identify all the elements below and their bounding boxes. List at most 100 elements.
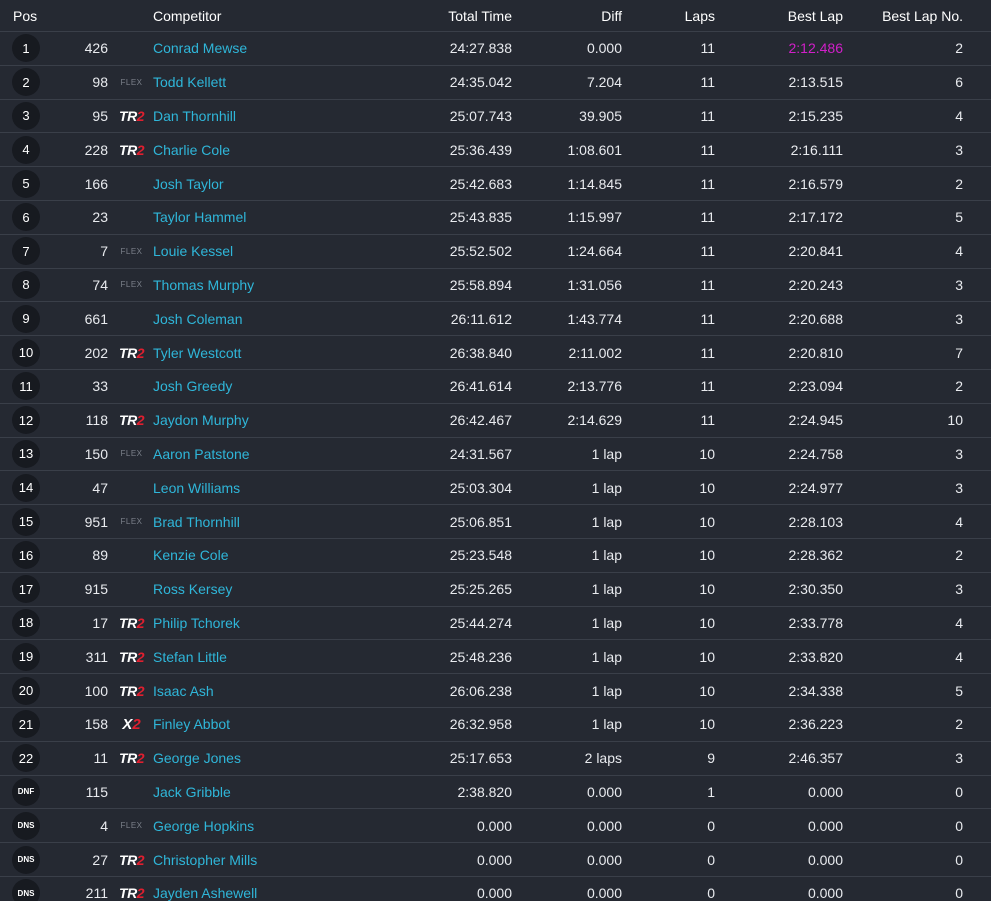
competitor-link[interactable]: Christopher Mills [153, 852, 257, 868]
best-lap-no: 3 [955, 581, 963, 598]
competitor-link[interactable]: Aaron Patstone [153, 446, 250, 462]
diff: 1 lap [591, 682, 622, 699]
race-number: 661 [84, 310, 108, 327]
header-competitor[interactable]: Competitor [153, 8, 375, 24]
best-lap: 2:20.243 [788, 276, 844, 293]
laps: 10 [699, 581, 715, 598]
best-lap-no: 4 [955, 614, 963, 631]
competitor-link[interactable]: Dan Thornhill [153, 108, 236, 124]
class-badge: TR2 [110, 649, 153, 665]
best-lap: 2:24.758 [788, 445, 844, 462]
race-number: 100 [84, 682, 108, 699]
laps: 10 [699, 614, 715, 631]
competitor-link[interactable]: Jack Gribble [153, 784, 231, 800]
competitor-link[interactable]: Leon Williams [153, 480, 240, 496]
best-lap: 2:23.094 [788, 378, 844, 395]
position-cell: 11 [0, 372, 52, 401]
table-row: 22 11 TR2 George Jones 25:17.653 2 laps 9 2:46.… [0, 741, 991, 776]
best-lap-no: 0 [955, 817, 963, 834]
best-lap-no: 6 [955, 74, 963, 91]
competitor-link[interactable]: Conrad Mewse [153, 40, 247, 56]
class-tr2-logo: TR2 [119, 885, 144, 901]
header-total-time[interactable]: Total Time [375, 8, 512, 24]
header-best-lap[interactable]: Best Lap [715, 8, 843, 24]
competitor-link[interactable]: Josh Taylor [153, 176, 224, 192]
competitor-link[interactable]: Thomas Murphy [153, 277, 254, 293]
race-number: 74 [92, 276, 108, 293]
position-badge: 2 [12, 68, 40, 97]
total-time: 26:11.612 [450, 310, 512, 327]
class-badge: TR2 [110, 750, 153, 766]
header-pos[interactable]: Pos [0, 8, 52, 24]
race-number: 158 [84, 716, 108, 733]
table-row: 3 95 TR2 Dan Thornhill 25:07.743 39.905 11 2:15… [0, 99, 991, 134]
competitor-link[interactable]: George Hopkins [153, 818, 254, 834]
competitor-cell: Philip Tchorek [153, 615, 375, 631]
race-number: 426 [84, 40, 108, 57]
race-number: 95 [92, 107, 108, 124]
competitor-link[interactable]: Isaac Ash [153, 683, 214, 699]
position-badge: 4 [12, 135, 40, 164]
competitor-cell: Taylor Hammel [153, 209, 375, 225]
diff: 1:24.664 [567, 243, 623, 260]
competitor-link[interactable]: Josh Greedy [153, 378, 232, 394]
laps: 1 [707, 783, 715, 800]
best-lap: 2:16.111 [790, 141, 843, 158]
competitor-cell: George Jones [153, 750, 375, 766]
competitor-link[interactable]: Ross Kersey [153, 581, 232, 597]
header-best-lap-no[interactable]: Best Lap No. [843, 8, 963, 24]
competitor-link[interactable]: Louie Kessel [153, 243, 233, 259]
header-diff[interactable]: Diff [512, 8, 622, 24]
competitor-cell: George Hopkins [153, 818, 375, 834]
total-time: 25:58.894 [449, 276, 512, 293]
best-lap: 2:24.945 [788, 412, 844, 429]
header-laps[interactable]: Laps [622, 8, 715, 24]
laps: 11 [700, 243, 715, 260]
position-cell: DNS [0, 879, 52, 901]
class-badge: FLEX [110, 449, 153, 458]
class-flex-tag: FLEX [120, 449, 143, 459]
class-tr2-logo: TR2 [119, 344, 144, 361]
competitor-link[interactable]: Philip Tchorek [153, 615, 240, 631]
competitor-link[interactable]: Stefan Little [153, 649, 227, 665]
table-row: 14 47 Leon Williams 25:03.304 1 lap 10 2:24.97… [0, 471, 991, 506]
competitor-link[interactable]: Kenzie Cole [153, 547, 229, 563]
position-cell: 14 [0, 473, 52, 502]
best-lap: 2:13.515 [788, 74, 844, 91]
class-tr2-logo: TR2 [119, 750, 144, 767]
competitor-cell: Conrad Mewse [153, 40, 375, 56]
diff: 1 lap [591, 581, 622, 598]
class-badge: FLEX [110, 821, 153, 830]
competitor-cell: Christopher Mills [153, 852, 375, 868]
position-cell: 16 [0, 541, 52, 570]
position-badge: 1 [12, 34, 40, 63]
competitor-link[interactable]: Tyler Westcott [153, 345, 241, 361]
competitor-link[interactable]: Todd Kellett [153, 74, 226, 90]
laps: 11 [700, 107, 715, 124]
best-lap: 2:30.350 [788, 581, 844, 598]
total-time: 26:06.238 [449, 682, 512, 699]
best-lap-no: 3 [955, 750, 963, 767]
competitor-link[interactable]: Jaydon Murphy [153, 412, 249, 428]
competitor-link[interactable]: Josh Coleman [153, 311, 243, 327]
competitor-link[interactable]: Charlie Cole [153, 142, 230, 158]
table-header: Pos Competitor Total Time Diff Laps Best… [0, 0, 991, 32]
competitor-cell: Isaac Ash [153, 683, 375, 699]
position-badge: 13 [12, 439, 40, 468]
class-flex-tag: FLEX [120, 517, 143, 527]
competitor-link[interactable]: George Jones [153, 750, 241, 766]
competitor-link[interactable]: Brad Thornhill [153, 514, 240, 530]
competitor-link[interactable]: Jayden Ashewell [153, 885, 257, 901]
class-badge: TR2 [110, 683, 153, 699]
laps: 11 [700, 209, 715, 226]
total-time: 25:48.236 [449, 648, 512, 665]
competitor-link[interactable]: Taylor Hammel [153, 209, 246, 225]
table-row: 18 17 TR2 Philip Tchorek 25:44.274 1 lap 10 2:3… [0, 606, 991, 641]
diff: 7.204 [586, 74, 622, 91]
position-badge: DNS [12, 879, 40, 901]
best-lap: 2:17.172 [788, 209, 844, 226]
best-lap-no: 4 [955, 648, 963, 665]
total-time: 26:41.614 [449, 378, 512, 395]
diff: 2:13.776 [567, 378, 623, 395]
competitor-link[interactable]: Finley Abbot [153, 716, 230, 732]
